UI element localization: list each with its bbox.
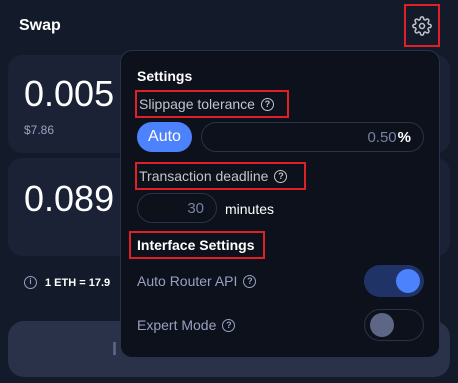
deadline-help-icon[interactable]: ? <box>274 169 288 183</box>
interface-settings-heading-box: Interface Settings <box>129 231 265 259</box>
swap-title: Swap <box>19 17 61 34</box>
info-icon: i <box>24 276 37 289</box>
interface-settings-title: Interface Settings <box>137 237 255 253</box>
rate-text: 1 ETH = 17.9 <box>45 276 111 289</box>
input-amount[interactable]: 0.005 <box>24 73 114 115</box>
expert-mode-row: Expert Mode ? <box>137 317 236 333</box>
deadline-unit-label: minutes <box>225 201 275 217</box>
settings-button[interactable] <box>404 4 440 47</box>
slippage-input[interactable]: 0.50 % <box>201 122 424 152</box>
output-amount[interactable]: 0.089 <box>24 178 114 220</box>
toggle-knob <box>370 313 394 337</box>
auto-router-label: Auto Router API <box>137 273 238 289</box>
auto-router-toggle[interactable] <box>364 265 424 297</box>
rate-row[interactable]: i 1 ETH = 17.9 <box>24 276 110 289</box>
slippage-unit: % <box>397 128 411 146</box>
auto-router-help-icon[interactable]: ? <box>243 274 257 288</box>
swap-button-label: I <box>112 339 118 359</box>
toggle-knob <box>396 269 420 293</box>
slippage-label-row: Slippage tolerance ? <box>135 90 289 118</box>
settings-title: Settings <box>137 68 193 84</box>
gear-icon[interactable] <box>412 15 432 36</box>
slippage-help-icon[interactable]: ? <box>260 97 274 111</box>
slippage-value: 0.50 <box>367 128 397 146</box>
expert-mode-label: Expert Mode <box>137 317 217 333</box>
deadline-label-row: Transaction deadline ? <box>135 162 306 190</box>
expert-mode-help-icon[interactable]: ? <box>222 318 236 332</box>
input-usd-value: $7.86 <box>24 123 55 137</box>
slippage-auto-button[interactable]: Auto <box>137 122 192 152</box>
expert-mode-toggle[interactable] <box>364 309 424 341</box>
deadline-label: Transaction deadline <box>139 168 269 184</box>
slippage-label: Slippage tolerance <box>139 96 255 112</box>
auto-router-row: Auto Router API ? <box>137 273 257 289</box>
deadline-input[interactable]: 30 <box>137 193 217 223</box>
settings-panel: Settings Slippage tolerance ? Auto 0.50 … <box>120 50 440 358</box>
